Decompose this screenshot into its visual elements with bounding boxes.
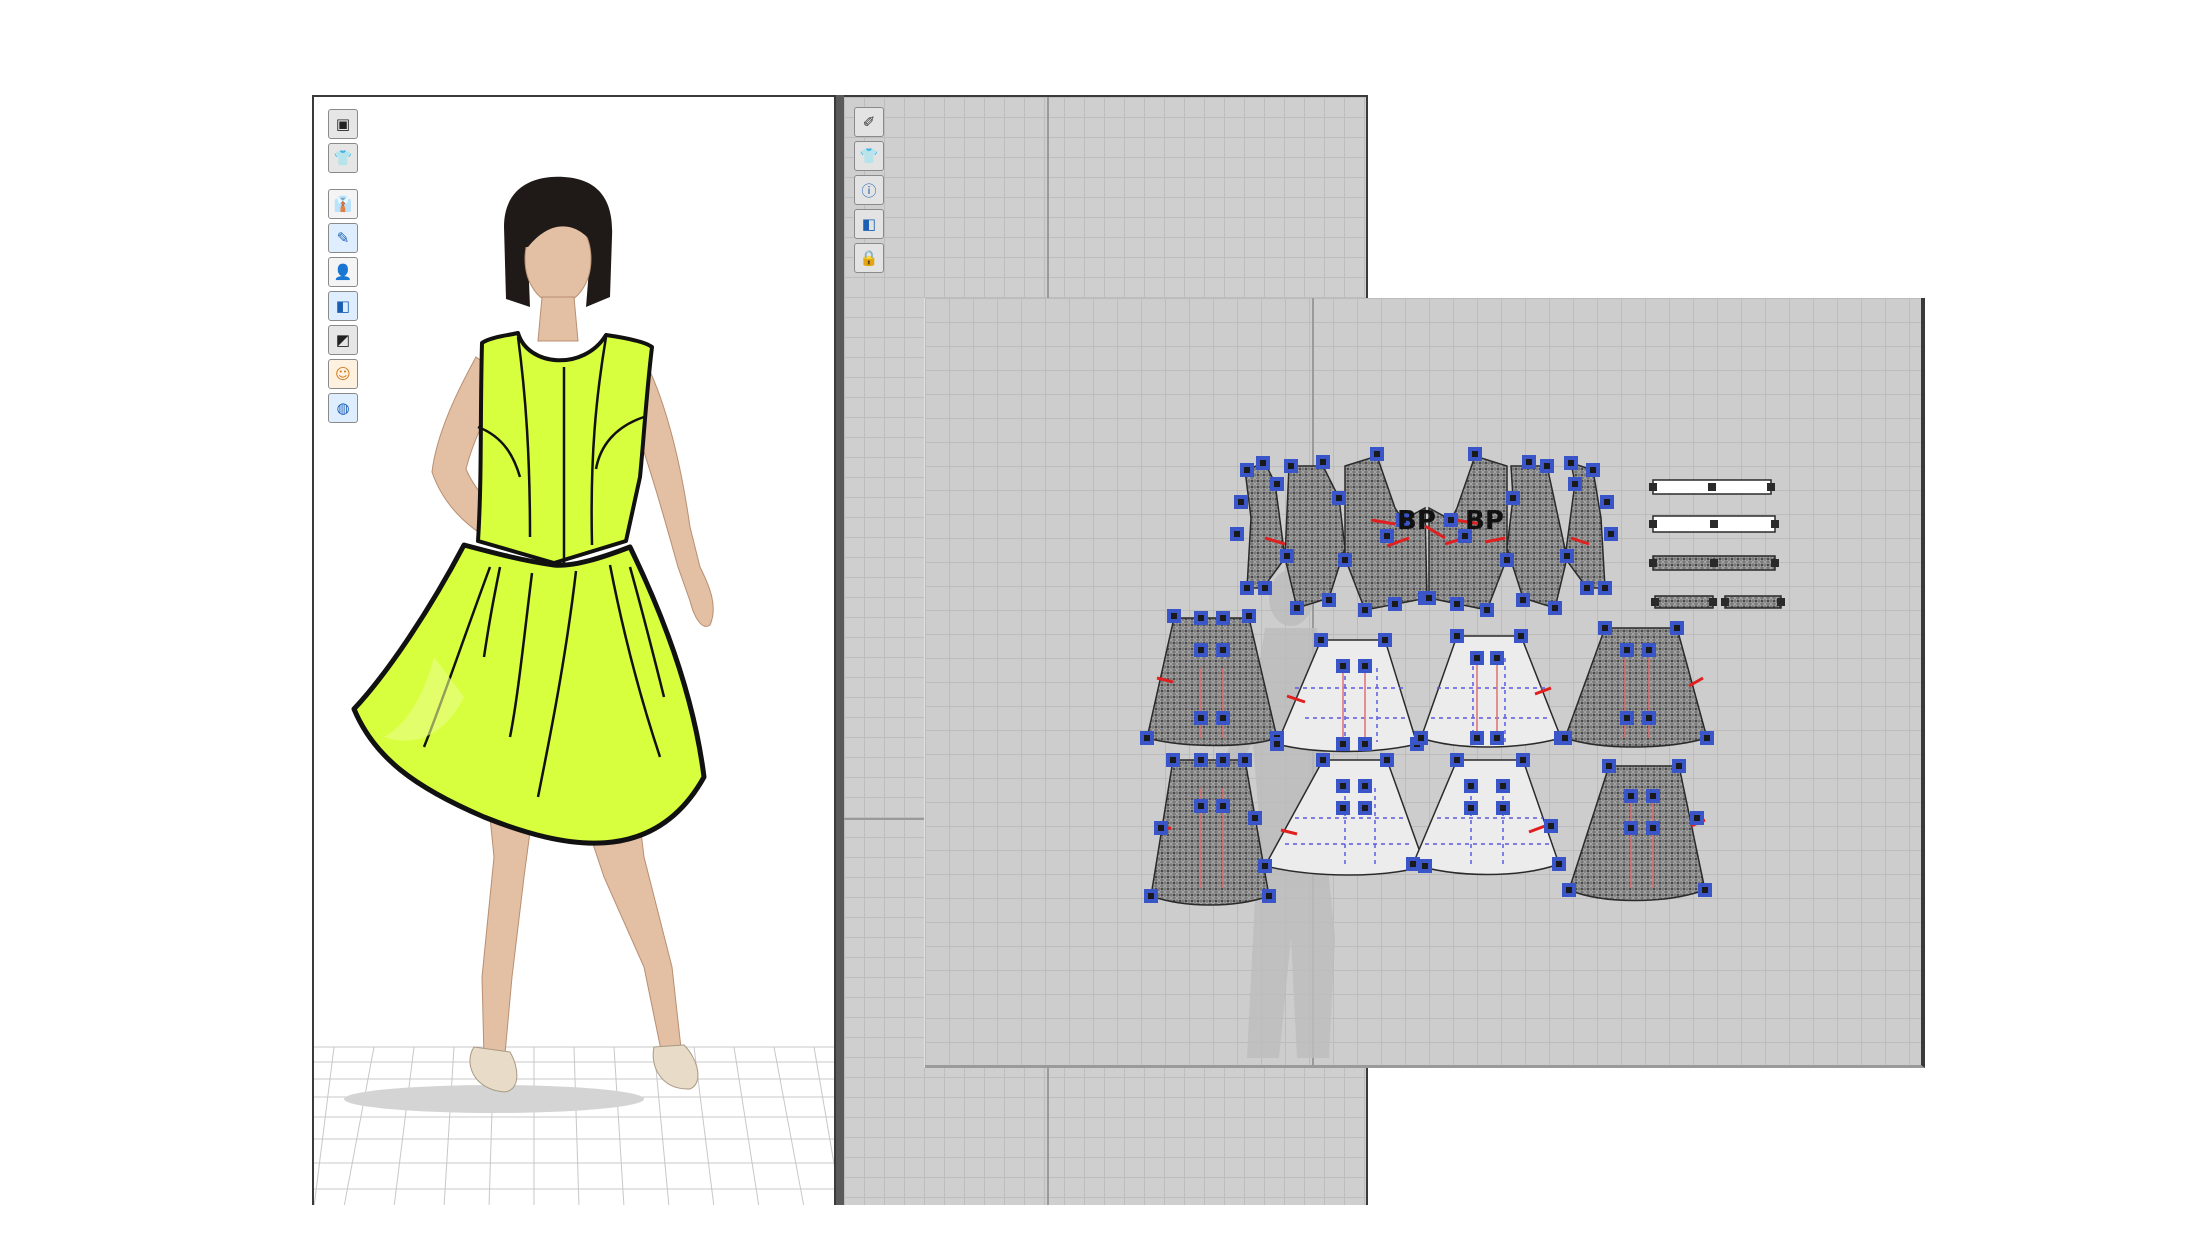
tool-avatar-display[interactable]: ▣ <box>328 109 358 139</box>
lock-pattern-icon: 🔒 <box>859 249 879 267</box>
pattern-canvas[interactable] <box>925 298 1925 1068</box>
tool-show-pin[interactable]: ✎ <box>328 223 358 253</box>
pattern-piece-back-right[interactable] <box>1506 465 1568 609</box>
skirt-patterns-row-2[interactable] <box>1150 759 1706 906</box>
info-icon: ⓘ <box>861 181 877 200</box>
tool-texture-display[interactable]: ◧ <box>328 291 358 321</box>
tool-garment-shading[interactable]: 👔 <box>328 189 358 219</box>
2d-view-toolbar: ✐ 👕 ⓘ ◧ 🔒 <box>854 107 884 277</box>
bust-point-label-right: BP <box>1465 506 1504 536</box>
pattern-piece-skirt-4[interactable] <box>1564 627 1708 748</box>
tool-texture-2d[interactable]: ◧ <box>854 209 884 239</box>
texture-display-icon: ◧ <box>335 297 351 315</box>
show-pin-icon: ✎ <box>336 229 350 247</box>
3d-view-toolbar: ▣ 👕 👔 ✎ 👤 ◧ ◩ ☺ ◍ <box>328 109 358 427</box>
tool-garment-display[interactable]: 👕 <box>328 143 358 173</box>
view-splitter[interactable] <box>836 95 844 1205</box>
pattern-piece-loop-1[interactable] <box>1654 595 1714 609</box>
garment-shading-icon: 👔 <box>333 195 353 213</box>
tool-info[interactable]: ⓘ <box>854 175 884 205</box>
avatar-visibility-icon: 👤 <box>333 263 353 281</box>
3d-garment-view[interactable]: ▣ 👕 👔 ✎ 👤 ◧ ◩ ☺ ◍ <box>312 95 836 1205</box>
pattern-piece-skirt-5[interactable] <box>1150 759 1270 906</box>
garment-display-icon: 👕 <box>333 149 353 167</box>
3d-scene[interactable] <box>314 97 836 1205</box>
strap-patterns[interactable] <box>1652 479 1782 609</box>
2d-pattern-zoom[interactable]: BP BP <box>925 298 1925 1068</box>
floor-grid <box>314 1046 834 1205</box>
tool-show-seam[interactable]: ✐ <box>854 107 884 137</box>
tool-avatar-visibility[interactable]: 👤 <box>328 257 358 287</box>
pattern-display-icon: 👕 <box>859 147 879 165</box>
texture-2d-icon: ◧ <box>861 215 877 233</box>
pattern-piece-loop-2[interactable] <box>1724 595 1782 609</box>
tool-lock-pattern[interactable]: 🔒 <box>854 243 884 273</box>
tool-avatar-skin[interactable]: ☺ <box>328 359 358 389</box>
strap-control-points[interactable] <box>1649 483 1785 606</box>
tool-environment[interactable]: ◍ <box>328 393 358 423</box>
avatar-skin-icon: ☺ <box>335 365 351 383</box>
tool-pattern-display[interactable]: 👕 <box>854 141 884 171</box>
bust-point-label-left: BP <box>1397 506 1436 536</box>
tool-render-mode[interactable]: ◩ <box>328 325 358 355</box>
avatar-display-icon: ▣ <box>335 115 351 133</box>
pattern-piece-back-left[interactable] <box>1284 465 1346 609</box>
show-seam-icon: ✐ <box>862 113 876 131</box>
render-mode-icon: ◩ <box>335 331 351 349</box>
environment-globe-icon: ◍ <box>336 399 350 417</box>
